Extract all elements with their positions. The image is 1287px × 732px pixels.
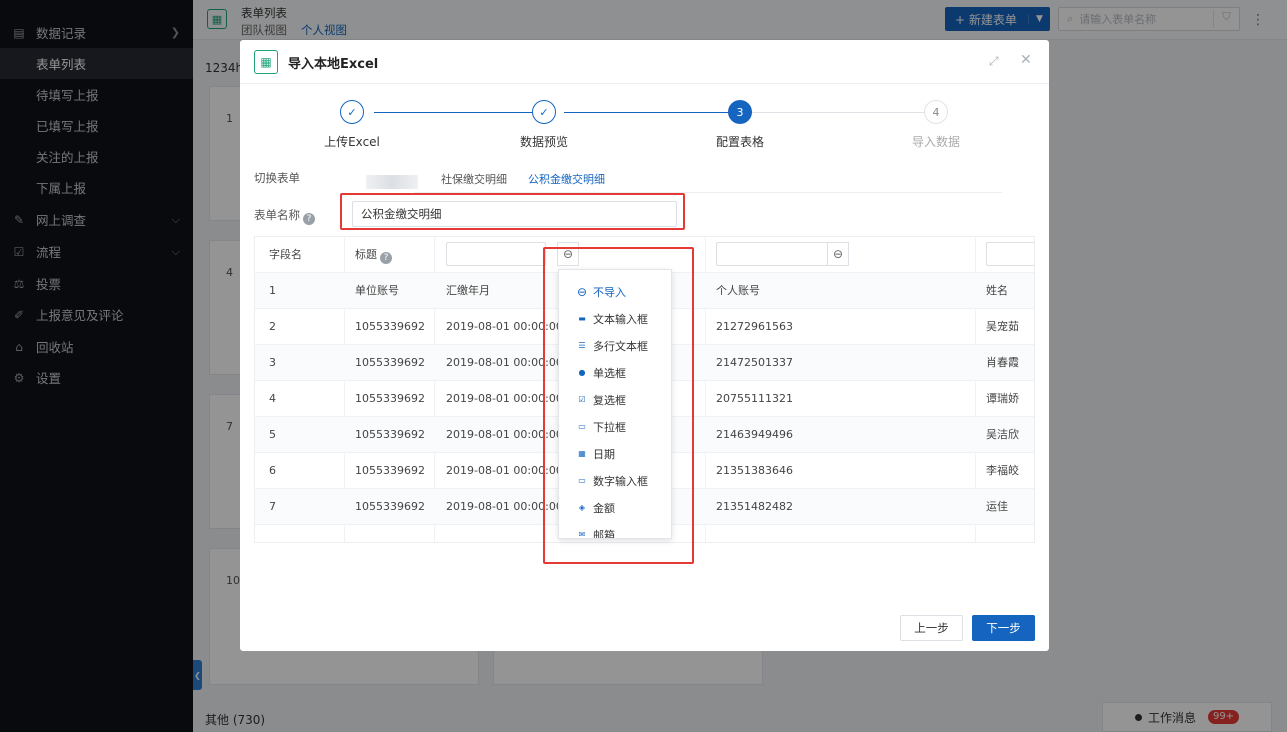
cell-name: 谭瑞娇 — [986, 392, 1019, 405]
row-index: 7 — [269, 500, 276, 513]
row-index: 5 — [269, 428, 276, 441]
step-label: 上传Excel — [324, 135, 380, 149]
cell-unit-account: 单位账号 — [355, 284, 399, 297]
row-index: 6 — [269, 464, 276, 477]
step-current: 3 — [728, 100, 752, 124]
previous-step-button[interactable]: 上一步 — [900, 615, 963, 641]
step-pending: 4 — [924, 100, 948, 124]
cell-unit-account: 1055339692 — [355, 464, 425, 477]
step-label: 数据预览 — [519, 135, 568, 149]
column-name-input[interactable] — [446, 242, 546, 266]
cell-month: 2019-08-01 00:00:00 — [446, 392, 558, 405]
cell-month: 2019-08-01 00:00:00 — [446, 464, 558, 477]
excel-icon: ▦ — [254, 50, 278, 74]
dialog-header: ▦ 导入本地Excel ⤢ ✕ — [240, 40, 1049, 84]
row-index: 4 — [269, 392, 276, 405]
help-icon: ? — [303, 213, 315, 225]
cell-name: 李福皎 — [986, 464, 1019, 477]
minus-circle-icon[interactable]: ⊖ — [827, 242, 849, 266]
cell-personal-account: 21351383646 — [716, 464, 793, 477]
step-done-check-icon: ✓ — [340, 100, 364, 124]
cell-name: 肖春霞 — [986, 356, 1019, 369]
app-root: ▤ 数据记录 ❯ 表单列表 待填写上报 已填写上报 关注的上报 下属上报 ✎ 网… — [0, 0, 1287, 732]
blurred-sheet-tab[interactable] — [366, 175, 418, 189]
cell-unit-account: 1055339692 — [355, 428, 425, 441]
cell-month: 2019-08-01 00:00:00 — [446, 320, 558, 333]
step-label: 导入数据 — [911, 135, 960, 149]
cell-personal-account: 21272961563 — [716, 320, 793, 333]
sheet-tab-housing-fund[interactable]: 公积金缴交明细 — [528, 171, 605, 187]
row-index: 2 — [269, 320, 276, 333]
import-excel-dialog: ▦ 导入本地Excel ⤢ ✕ ✓ ✓ 3 4 上传Excel 数据预览 配置表… — [240, 40, 1049, 651]
title-header: 标题? — [355, 237, 392, 273]
cell-personal-account: 个人账号 — [716, 284, 760, 297]
cell-personal-account: 21351482482 — [716, 500, 793, 513]
switch-form-label: 切换表单 — [254, 171, 300, 185]
cell-month: 汇缴年月 — [446, 284, 490, 297]
form-name-label: 表单名称? — [254, 207, 315, 225]
expand-icon[interactable]: ⤢ — [989, 54, 999, 69]
row-index: 3 — [269, 356, 276, 369]
cell-month: 2019-08-01 00:00:00 — [446, 356, 558, 369]
cell-unit-account: 1055339692 — [355, 356, 425, 369]
cell-month: 2019-08-01 00:00:00 — [446, 500, 558, 513]
cell-unit-account: 1055339692 — [355, 392, 425, 405]
column-name-input[interactable] — [716, 242, 828, 266]
step-connector — [752, 112, 924, 113]
step-label: 配置表格 — [715, 135, 764, 149]
cell-personal-account: 20755111321 — [716, 392, 793, 405]
field-name-header: 字段名 — [269, 248, 302, 261]
cell-personal-account: 21463949496 — [716, 428, 793, 441]
sheet-tab-social-security[interactable]: 社保缴交明细 — [441, 171, 507, 187]
cell-personal-account: 21472501337 — [716, 356, 793, 369]
help-icon: ? — [380, 252, 392, 264]
cell-name: 吴洁欣 — [986, 428, 1019, 441]
highlight-box-form-name — [340, 193, 685, 230]
close-icon[interactable]: ✕ — [1020, 52, 1032, 68]
next-step-button[interactable]: 下一步 — [972, 615, 1035, 641]
cell-name: 吴宠茹 — [986, 320, 1019, 333]
step-done-check-icon: ✓ — [532, 100, 556, 124]
step-connector — [564, 112, 728, 113]
column-name-input[interactable] — [986, 242, 1034, 266]
cell-unit-account: 1055339692 — [355, 500, 425, 513]
cell-name: 运佳 — [986, 500, 1008, 513]
highlight-box-type-dropdown — [543, 247, 694, 564]
step-connector — [374, 112, 540, 113]
dialog-title: 导入本地Excel — [288, 57, 379, 72]
row-index: 1 — [269, 284, 276, 297]
cell-unit-account: 1055339692 — [355, 320, 425, 333]
cell-name: 姓名 — [986, 284, 1008, 297]
cell-month: 2019-08-01 00:00:00 — [446, 428, 558, 441]
